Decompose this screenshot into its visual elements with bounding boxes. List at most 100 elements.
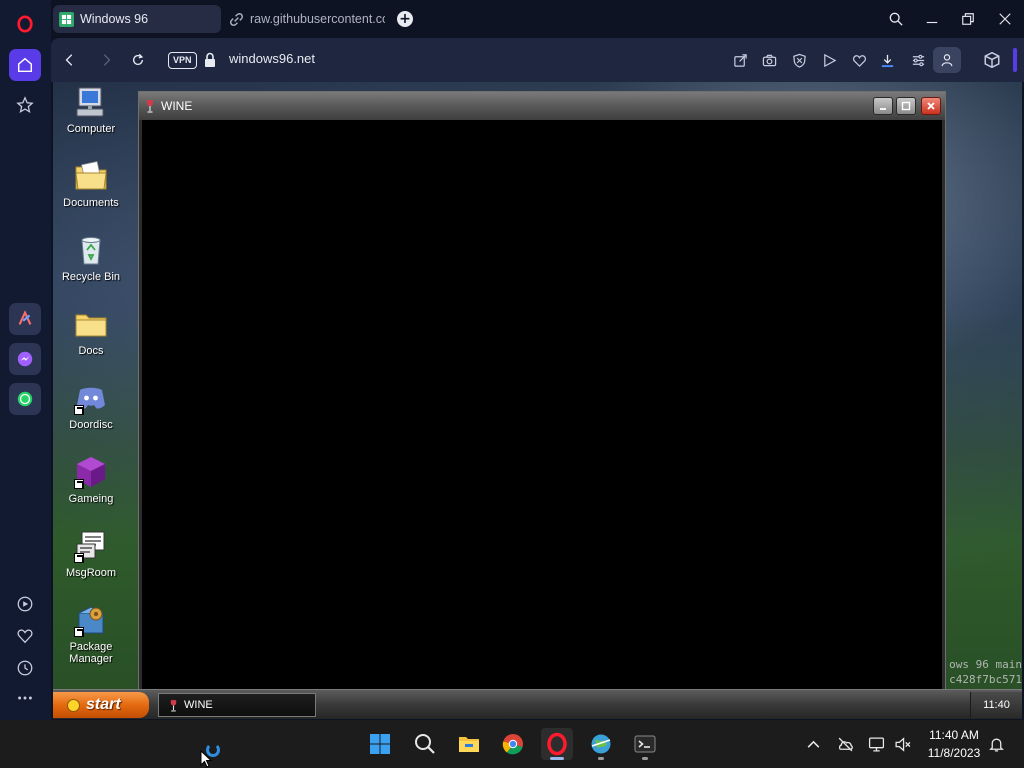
background-terminal-text: c428f7bc571 <box>949 673 1022 686</box>
player-icon[interactable] <box>9 588 41 620</box>
desktop-icon-label: MsgRoom <box>65 567 117 579</box>
desktop-icon-package-manager[interactable]: Package Manager <box>55 603 127 665</box>
desktop-icon-gameing[interactable]: Gameing <box>55 455 127 505</box>
opera-logo-icon[interactable] <box>9 8 41 40</box>
desktop-icon-doordisc[interactable]: Doordisc <box>55 381 127 431</box>
world-app-icon[interactable] <box>585 728 617 760</box>
messenger-icon[interactable] <box>9 343 41 375</box>
share-icon[interactable] <box>731 51 749 69</box>
system-clock[interactable]: 11:40 AM 11/8/2023 <box>918 726 990 762</box>
recycle-bin-icon <box>74 233 108 267</box>
start-windows-icon[interactable] <box>364 728 396 760</box>
w96-taskbar: start WINE 11:40 <box>53 689 1022 719</box>
tab-raw-github[interactable]: raw.githubusercontent.com <box>223 5 385 33</box>
notification-bell-icon[interactable] <box>986 734 1006 754</box>
aria-ai-icon[interactable] <box>9 303 41 335</box>
wine-close-button[interactable] <box>921 97 941 115</box>
minimize-icon <box>880 108 886 110</box>
documents-folder-icon <box>74 159 108 193</box>
new-tab-plus-icon[interactable]: + <box>397 11 413 27</box>
link-icon <box>229 12 244 27</box>
easy-setup-sliders-icon[interactable] <box>909 51 927 69</box>
desktop-icon-label: Gameing <box>68 493 114 505</box>
more-dots-icon[interactable] <box>9 682 41 714</box>
bookmark-heart-icon[interactable] <box>850 51 868 69</box>
wine-window-title: WINE <box>161 99 193 113</box>
send-arrow-icon[interactable] <box>820 51 838 69</box>
folder-icon <box>74 307 108 341</box>
shortcut-arrow-icon <box>74 627 84 637</box>
url-field[interactable]: windows96.net <box>229 51 315 66</box>
terminal-icon[interactable] <box>629 728 661 760</box>
home-icon[interactable] <box>9 49 41 81</box>
volume-muted-icon[interactable] <box>892 734 912 754</box>
close-icon <box>927 102 935 110</box>
vpn-badge[interactable]: VPN <box>168 52 197 69</box>
running-indicator <box>550 757 564 760</box>
lock-icon[interactable] <box>203 52 217 68</box>
opera-sidebar <box>0 0 51 720</box>
shortcut-arrow-icon <box>74 405 84 415</box>
desktop-icon-recycle-bin[interactable]: Recycle Bin <box>55 233 127 283</box>
discord-icon <box>74 381 108 415</box>
wine-content-area[interactable] <box>142 120 942 690</box>
minimize-icon[interactable] <box>922 9 942 29</box>
tab-title: Windows 96 <box>80 12 149 26</box>
camera-snapshot-icon[interactable] <box>760 51 778 69</box>
desktop-icon-documents[interactable]: Documents <box>55 159 127 209</box>
windows96-favicon-icon <box>59 11 74 27</box>
profile-avatar-icon[interactable] <box>933 47 961 73</box>
package-manager-icon <box>74 603 108 637</box>
running-indicator <box>598 757 604 760</box>
w96-clock[interactable]: 11:40 <box>970 692 1022 718</box>
tab-windows96[interactable]: Windows 96 <box>53 5 221 33</box>
windows96-desktop[interactable]: Computer Documents Recycle Bin Docs Door… <box>53 82 1022 719</box>
start-label: start <box>86 696 121 713</box>
back-arrow-icon[interactable] <box>61 51 79 69</box>
running-indicator <box>642 757 648 760</box>
file-explorer-icon[interactable] <box>453 728 485 760</box>
clock-date: 11/8/2023 <box>927 746 981 760</box>
search-tabs-icon[interactable] <box>886 9 906 29</box>
w96-start-button[interactable]: start <box>53 692 149 718</box>
wine-glass-icon <box>170 699 177 711</box>
wine-titlebar[interactable]: WINE <box>139 92 945 120</box>
desktop-icon-computer[interactable]: Computer <box>55 85 127 135</box>
wine-window[interactable]: WINE <box>138 91 946 691</box>
desktop-icon-msgroom[interactable]: MsgRoom <box>55 529 127 579</box>
msgroom-icon <box>74 529 108 563</box>
maximize-icon <box>901 101 911 111</box>
opera-icon[interactable] <box>541 728 573 760</box>
history-clock-icon[interactable] <box>9 652 41 684</box>
background-terminal-text: ows 96 main <box>949 658 1022 671</box>
wine-glass-icon <box>147 100 153 113</box>
desktop-icon-label: Doordisc <box>69 419 113 431</box>
task-item-label: WINE <box>184 699 213 711</box>
restore-icon[interactable] <box>958 9 978 29</box>
chevron-up-icon[interactable] <box>803 734 823 754</box>
windows-taskbar: 11:40 AM 11/8/2023 <box>0 720 1024 768</box>
shortcut-arrow-icon <box>74 553 84 563</box>
whatsapp-icon[interactable] <box>9 383 41 415</box>
chrome-icon[interactable] <box>497 728 529 760</box>
desktop-icon-label: Docs <box>78 345 104 357</box>
clock-time: 11:40 AM <box>929 728 979 742</box>
onedrive-offline-icon[interactable] <box>835 734 855 754</box>
network-icon[interactable] <box>866 734 886 754</box>
desktop-icon-label: Package Manager <box>69 641 113 665</box>
download-icon[interactable] <box>878 51 896 69</box>
forward-arrow-icon[interactable] <box>97 51 115 69</box>
taskbar-item-wine[interactable]: WINE <box>158 693 316 717</box>
close-icon[interactable] <box>995 9 1015 29</box>
extensions-cube-icon[interactable] <box>983 51 1001 69</box>
wine-minimize-button[interactable] <box>873 97 893 115</box>
desktop-icon-label: Recycle Bin <box>61 271 121 283</box>
tab-title: raw.githubusercontent.com <box>250 12 385 26</box>
reload-icon[interactable] <box>129 51 147 69</box>
heart-icon[interactable] <box>9 620 41 652</box>
star-icon[interactable] <box>9 89 41 121</box>
adblock-shield-icon[interactable] <box>790 51 808 69</box>
desktop-icon-docs[interactable]: Docs <box>55 307 127 357</box>
search-icon[interactable] <box>409 728 441 760</box>
wine-maximize-button[interactable] <box>896 97 916 115</box>
